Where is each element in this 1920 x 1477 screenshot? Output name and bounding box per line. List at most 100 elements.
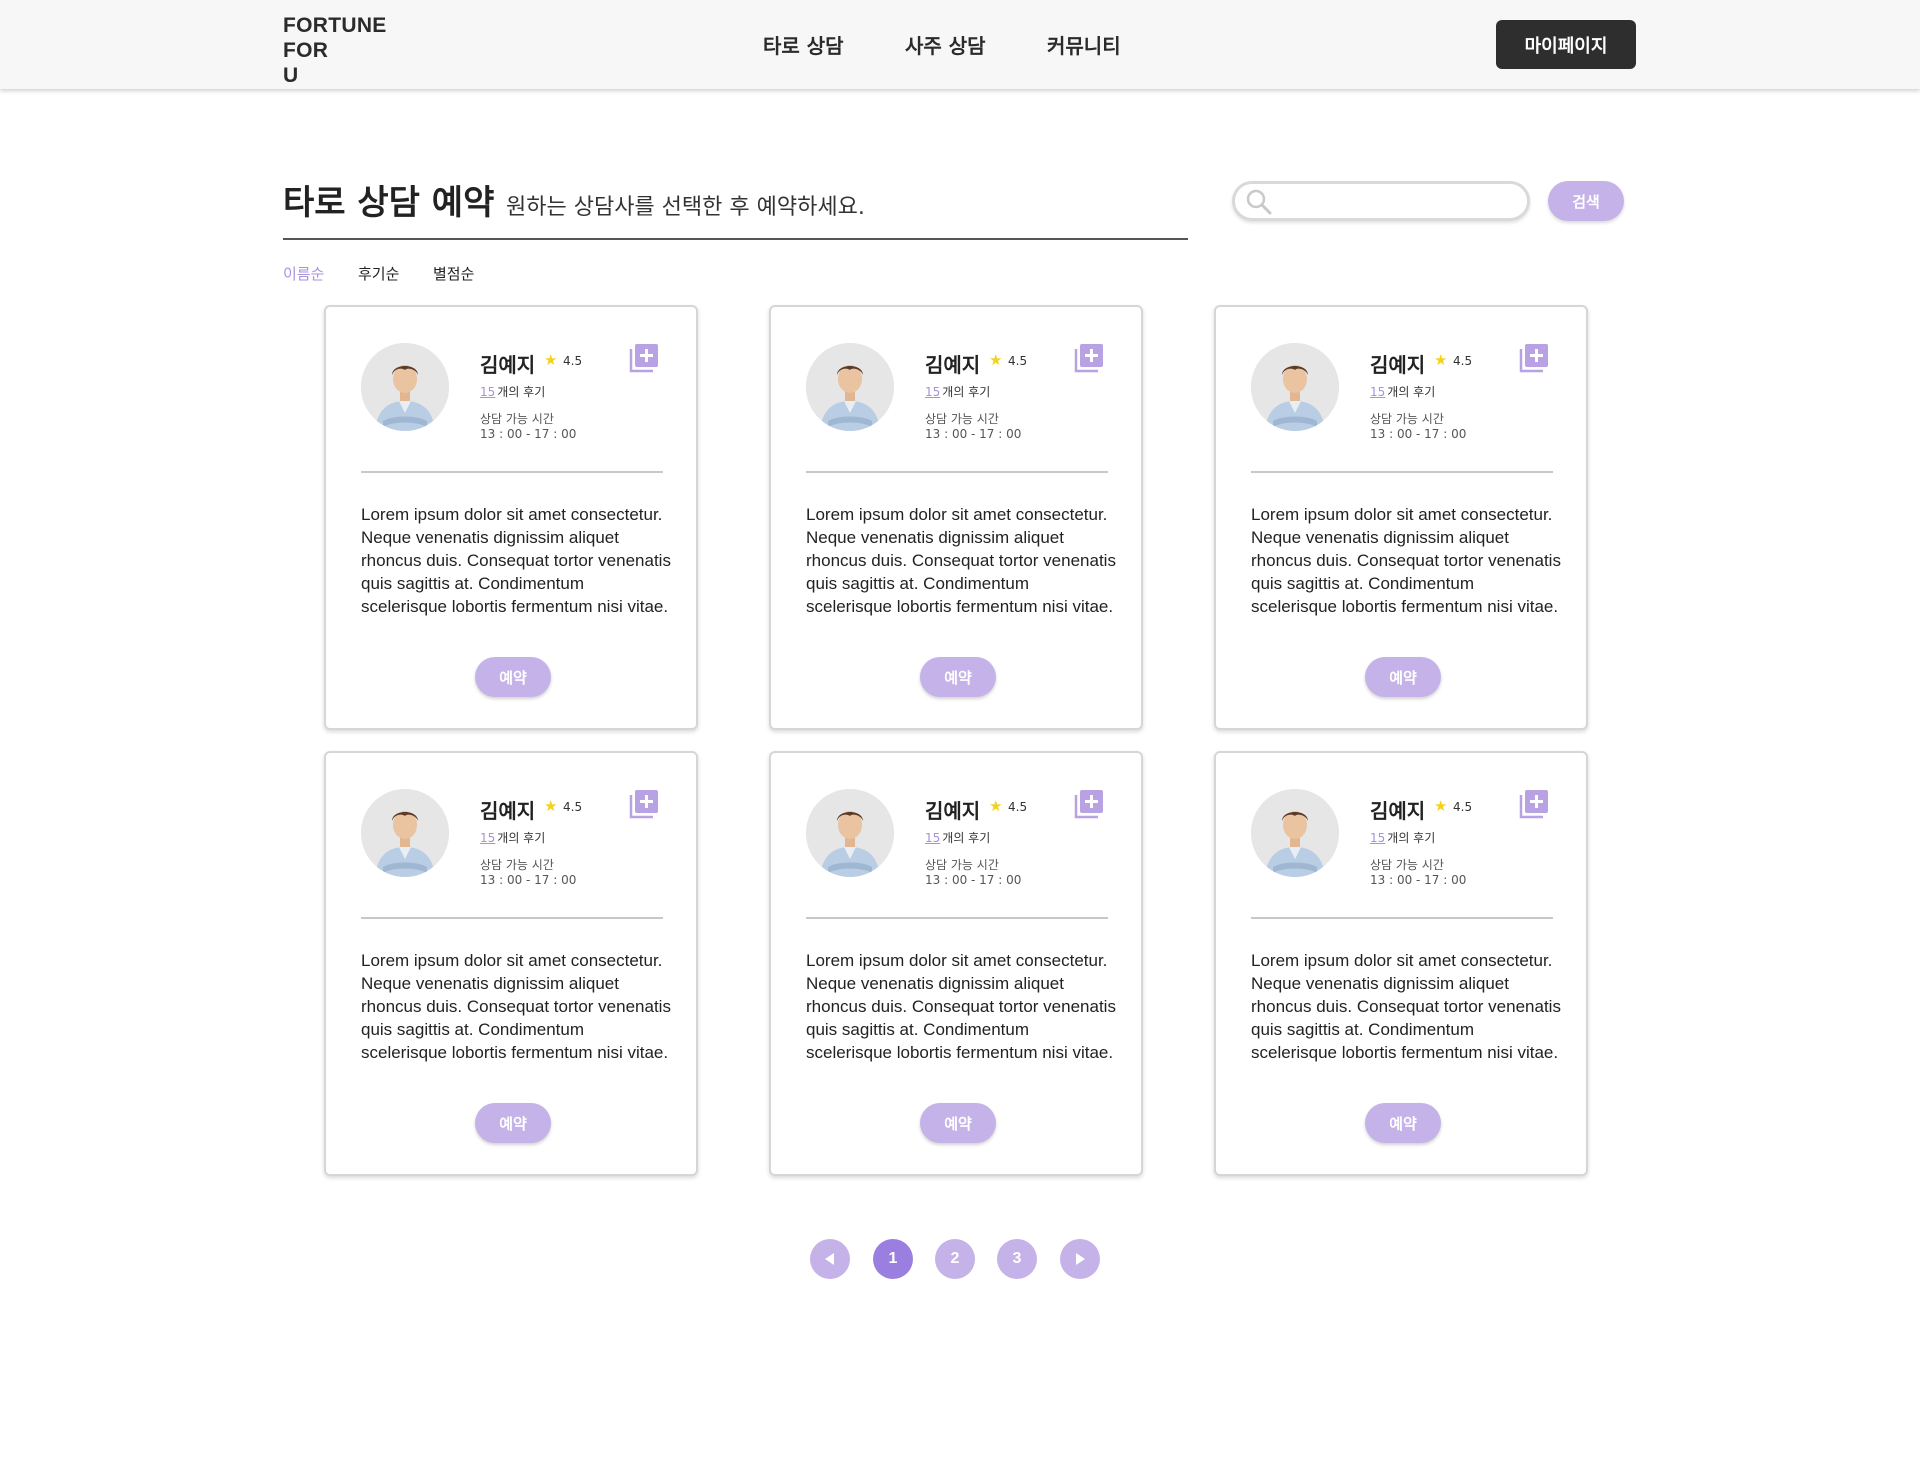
rating-value: 4.5 [1008,800,1028,814]
page-title: 타로 상담 예약 [283,183,495,223]
review-count-label: 개의 후기 [1387,831,1436,845]
card-divider [1251,917,1553,919]
add-favorite-icon[interactable] [1518,342,1550,374]
counselor-name: 김예지 [480,353,536,377]
avatar [806,789,894,877]
star-icon: ★ [989,351,1003,369]
availability-label: 상담 가능 시간 [1370,412,1444,426]
logo-line: U [283,64,299,87]
avatar [361,789,449,877]
add-favorite-icon[interactable] [1518,788,1550,820]
counselor-card: 김예지 ★ 4.5 15 개의 후기 상담 가능 시간 13 : 00 - 17 … [324,305,698,730]
sort-by-reviews[interactable]: 후기순 [358,263,399,284]
counselor-card: 김예지 ★ 4.5 15 개의 후기 상담 가능 시간 13 : 00 - 17 … [769,751,1143,1176]
search-input[interactable] [1232,181,1530,221]
availability-time: 13 : 00 - 17 : 00 [1370,427,1467,441]
sort-by-name[interactable]: 이름순 [283,263,324,284]
availability-time: 13 : 00 - 17 : 00 [925,873,1022,887]
logo-line: FORTUNE [283,14,387,37]
counselor-name: 김예지 [1370,353,1426,377]
add-favorite-icon[interactable] [628,342,660,374]
availability-label: 상담 가능 시간 [480,858,554,872]
page-1-button[interactable]: 1 [873,1239,913,1279]
reserve-button[interactable]: 예약 [1365,1103,1441,1143]
page-3-button[interactable]: 3 [997,1239,1037,1279]
avatar [806,343,894,431]
reserve-button[interactable]: 예약 [475,657,551,697]
reserve-button[interactable]: 예약 [475,1103,551,1143]
availability-time: 13 : 00 - 17 : 00 [1370,873,1467,887]
site-logo[interactable]: FORTUNE FOR U [283,13,387,88]
counselor-description: Lorem ipsum dolor sit amet consectetur. … [1251,505,1561,616]
review-count-number[interactable]: 15 [480,385,495,399]
availability-label: 상담 가능 시간 [925,858,999,872]
review-count-number[interactable]: 15 [1370,831,1385,845]
prev-page-button[interactable] [810,1239,850,1279]
next-page-button[interactable] [1060,1239,1100,1279]
star-icon: ★ [989,797,1003,815]
star-icon: ★ [1434,351,1448,369]
reserve-button[interactable]: 예약 [920,657,996,697]
counselor-name: 김예지 [1370,799,1426,823]
counselor-description: Lorem ipsum dolor sit amet consectetur. … [1251,951,1561,1062]
review-count[interactable]: 15 개의 후기 [480,383,545,400]
reserve-button[interactable]: 예약 [920,1103,996,1143]
counselor-name: 김예지 [925,799,981,823]
search-button[interactable]: 검색 [1548,181,1624,221]
add-favorite-icon[interactable] [1073,342,1105,374]
rating-value: 4.5 [563,354,583,368]
avatar [1251,343,1339,431]
add-favorite-icon[interactable] [628,788,660,820]
star-icon: ★ [1434,797,1448,815]
sort-by-rating[interactable]: 별점순 [433,263,474,284]
nav-saju[interactable]: 사주 상담 [905,30,986,59]
top-header: FORTUNE FOR U 타로 상담 사주 상담 커뮤니티 마이페이지 [0,0,1920,89]
star-icon: ★ [544,797,558,815]
review-count-number[interactable]: 15 [925,831,940,845]
review-count[interactable]: 15 개의 후기 [480,829,545,846]
nav-community[interactable]: 커뮤니티 [1047,30,1121,59]
review-count[interactable]: 15 개의 후기 [925,383,990,400]
review-count-number[interactable]: 15 [480,831,495,845]
counselor-description: Lorem ipsum dolor sit amet consectetur. … [361,951,671,1062]
counselor-card: 김예지 ★ 4.5 15 개의 후기 상담 가능 시간 13 : 00 - 17 … [769,305,1143,730]
availability-time: 13 : 00 - 17 : 00 [480,427,577,441]
search-icon [1246,189,1272,215]
counselor-card: 김예지 ★ 4.5 15 개의 후기 상담 가능 시간 13 : 00 - 17 … [1214,751,1588,1176]
add-favorite-icon[interactable] [1073,788,1105,820]
review-count-number[interactable]: 15 [925,385,940,399]
star-icon: ★ [544,351,558,369]
mypage-button[interactable]: 마이페이지 [1496,20,1636,69]
avatar [1251,789,1339,877]
review-count[interactable]: 15 개의 후기 [1370,383,1435,400]
reserve-button[interactable]: 예약 [1365,657,1441,697]
rating-value: 4.5 [1453,354,1473,368]
review-count-label: 개의 후기 [942,831,991,845]
triangle-left-icon [825,1253,834,1265]
availability-label: 상담 가능 시간 [925,412,999,426]
card-divider [361,471,663,473]
page-subtitle: 원하는 상담사를 선택한 후 예약하세요. [506,195,865,220]
rating-value: 4.5 [1008,354,1028,368]
availability-time: 13 : 00 - 17 : 00 [480,873,577,887]
logo-line: FOR [283,39,329,62]
availability-label: 상담 가능 시간 [1370,858,1444,872]
counselor-description: Lorem ipsum dolor sit amet consectetur. … [361,505,671,616]
counselor-card: 김예지 ★ 4.5 15 개의 후기 상담 가능 시간 13 : 00 - 17 … [324,751,698,1176]
nav-tarot[interactable]: 타로 상담 [763,30,844,59]
page-2-button[interactable]: 2 [935,1239,975,1279]
availability-label: 상담 가능 시간 [480,412,554,426]
avatar [361,343,449,431]
availability-time: 13 : 00 - 17 : 00 [925,427,1022,441]
counselor-card: 김예지 ★ 4.5 15 개의 후기 상담 가능 시간 13 : 00 - 17 … [1214,305,1588,730]
review-count[interactable]: 15 개의 후기 [925,829,990,846]
card-divider [1251,471,1553,473]
review-count-number[interactable]: 15 [1370,385,1385,399]
card-divider [806,917,1108,919]
counselor-name: 김예지 [925,353,981,377]
counselor-name: 김예지 [480,799,536,823]
review-count[interactable]: 15 개의 후기 [1370,829,1435,846]
card-divider [361,917,663,919]
review-count-label: 개의 후기 [497,385,546,399]
card-divider [806,471,1108,473]
